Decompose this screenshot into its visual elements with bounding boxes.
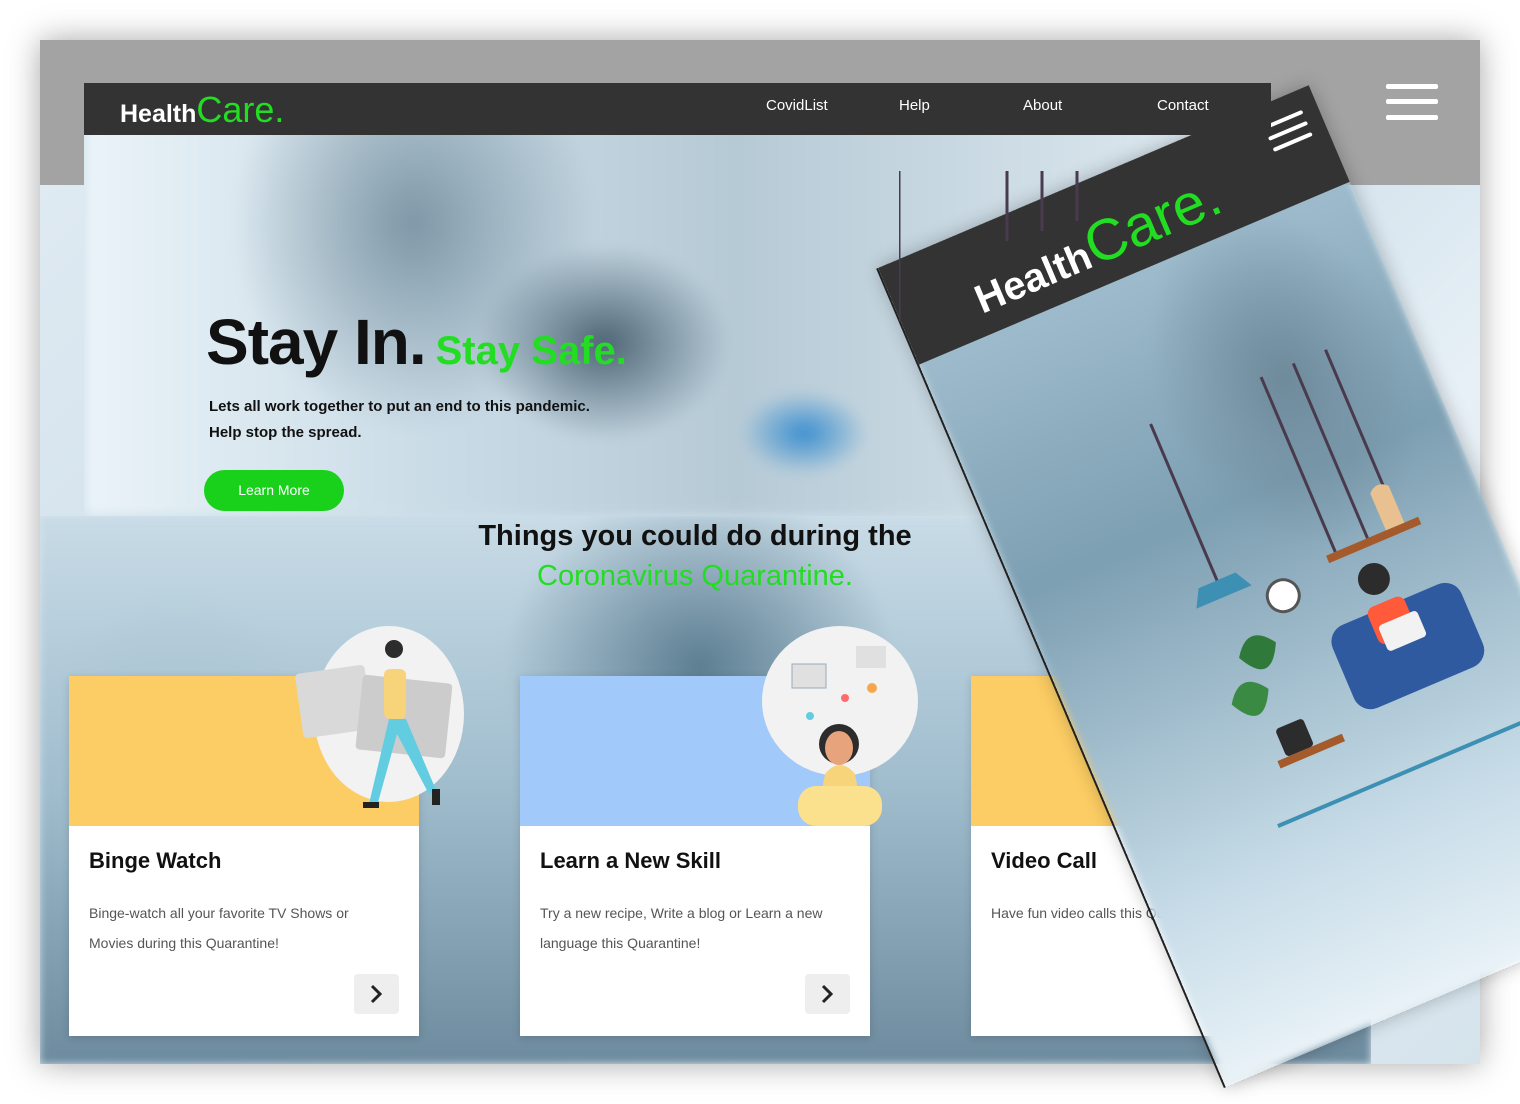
card-binge-watch[interactable]: Binge Watch Binge-watch all your favorit… [69,626,464,1036]
navbar: HealthCare. CovidList Help About Contact [84,83,1271,135]
hero-title: Stay In. Stay Safe. [206,305,627,379]
hero-subtitle: Lets all work together to put an end to … [209,394,590,446]
hanging-lamps-illustration [899,171,1079,321]
tickets-illustration [295,626,464,808]
brand-word-care: Care. [196,89,285,130]
learning-illustration [762,626,918,826]
nav-covidlist[interactable]: CovidList [766,97,828,114]
brand-logo[interactable]: HealthCare. [120,89,284,131]
nav-contact[interactable]: Contact [1157,97,1209,114]
chevron-right-icon [370,984,383,1004]
brand-word-health: Health [120,100,197,128]
card-title: Video Call [991,848,1097,873]
card-title: Learn a New Skill [540,848,721,873]
hero-subtitle-line1: Lets all work together to put an end to … [209,398,590,415]
hero-subtitle-line2: Help stop the spread. [209,424,362,441]
chevron-right-icon [821,984,834,1004]
card-text: Try a new recipe, Write a blog or Learn … [540,905,823,951]
card-text: Binge-watch all your favorite TV Shows o… [89,905,349,951]
nav-about[interactable]: About [1023,97,1062,114]
card-next-button[interactable] [354,974,399,1014]
nav-help[interactable]: Help [899,97,930,114]
card-learn-skill[interactable]: Learn a New Skill Try a new recipe, Writ… [520,626,918,1036]
hero-title-accent: Stay Safe. [435,329,627,373]
learn-more-button[interactable]: Learn More [204,470,344,511]
card-next-button[interactable] [805,974,850,1014]
hamburger-icon[interactable] [1386,84,1438,120]
hero-title-dark: Stay In. [206,306,427,378]
card-title: Binge Watch [89,848,222,873]
